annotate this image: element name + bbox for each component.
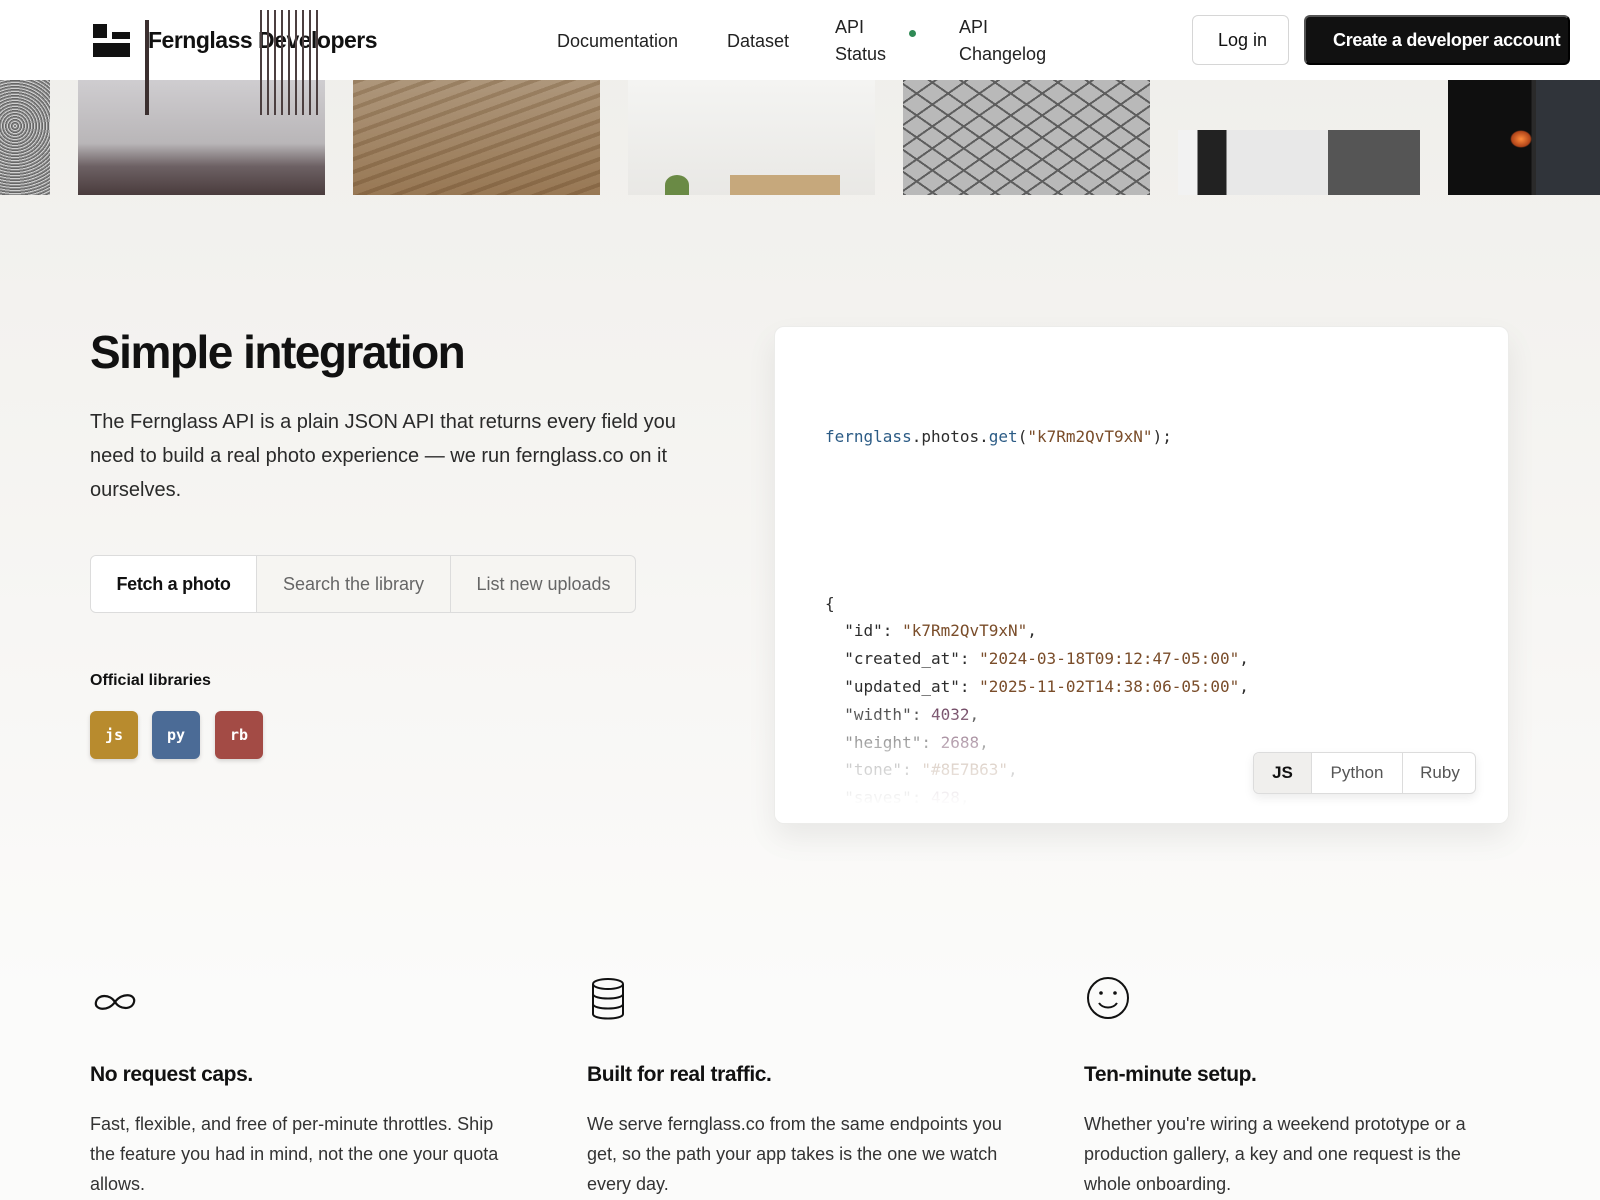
photo-speckled-texture[interactable] (0, 80, 50, 195)
code-line: "created_at": "2024-03-18T09:12:47-05:00… (844, 649, 1249, 669)
tab-list-uploads[interactable]: List new uploads (450, 556, 635, 612)
code-paren: ( (1017, 426, 1028, 446)
code-dot: . (911, 426, 922, 446)
photo-detail-forest (260, 10, 320, 115)
nav-api-status[interactable]: API Status (835, 14, 905, 68)
code-value: "2025-11-02T14:38:06-05:00" (979, 676, 1240, 696)
code-panel: fernglass.photos.get("k7Rm2QvT9xN"); { "… (774, 326, 1509, 824)
nav-api-changelog[interactable]: API Changelog (959, 14, 1069, 68)
code-property: photos (921, 426, 980, 446)
example-tabs: Fetch a photo Search the library List ne… (90, 555, 636, 613)
code-key: "updated_at" (844, 676, 960, 696)
infinity-icon (94, 994, 136, 1010)
site-header: Fernglass Developers Documentation Datas… (0, 0, 1600, 80)
feature-title: Ten-minute setup. (1084, 1063, 1257, 1086)
photo-bedroom-interior[interactable] (1178, 130, 1420, 195)
code-arg: "k7Rm2QvT9xN" (1027, 426, 1153, 446)
library-py-badge[interactable]: py (152, 711, 200, 759)
code-call-line: fernglass.photos.get("k7Rm2QvT9xN"); (825, 423, 1485, 451)
photo-detail-tree (145, 20, 149, 115)
logo-icon[interactable] (93, 24, 130, 57)
code-value: "2024-03-18T09:12:47-05:00" (979, 649, 1240, 669)
photo-detail-lamp (1510, 130, 1532, 148)
status-indicator-icon (909, 30, 916, 37)
libraries-heading: Official libraries (90, 672, 211, 689)
nav-documentation[interactable]: Documentation (557, 28, 678, 55)
nav-dataset[interactable]: Dataset (727, 28, 789, 55)
code-object: fernglass (825, 426, 912, 446)
photo-detail-plant (665, 175, 689, 195)
feature-body: Whether you're wiring a weekend prototyp… (1084, 1114, 1466, 1194)
feature-title: Built for real traffic. (587, 1063, 772, 1086)
lang-tab-python[interactable]: Python (1311, 753, 1402, 793)
code-end: ); (1152, 426, 1172, 446)
tab-search-library[interactable]: Search the library (256, 556, 450, 612)
library-rb-badge[interactable]: rb (215, 711, 263, 759)
code-key: "id" (844, 621, 883, 641)
language-switcher: JS Python Ruby (1253, 752, 1476, 794)
create-account-button[interactable]: Create a developer account (1304, 15, 1570, 65)
photo-sand-dune[interactable] (353, 80, 600, 195)
code-line: "id": "k7Rm2QvT9xN", (844, 621, 1037, 641)
feature-title: No request caps. (90, 1063, 253, 1086)
library-js-badge[interactable]: js (90, 711, 138, 759)
feature-body: Fast, flexible, and free of per-minute t… (90, 1114, 499, 1194)
login-button[interactable]: Log in (1192, 15, 1289, 65)
section-title: Simple integration (90, 326, 466, 378)
photo-cobblestones[interactable] (903, 80, 1150, 195)
section-lead: The Fernglass API is a plain JSON API th… (90, 411, 676, 501)
database-icon (592, 978, 624, 1020)
lang-tab-js[interactable]: JS (1254, 753, 1311, 793)
tab-fetch-photo[interactable]: Fetch a photo (91, 556, 256, 612)
code-line: { (825, 590, 1485, 618)
code-dot: . (979, 426, 989, 446)
code-method: get (988, 426, 1018, 446)
code-value: "k7Rm2QvT9xN" (902, 621, 1028, 641)
photo-detail-table (730, 175, 840, 195)
code-key: "created_at" (844, 649, 960, 669)
lang-tab-ruby[interactable]: Ruby (1402, 753, 1475, 793)
code-punct: { (825, 593, 835, 613)
smiley-icon (1087, 977, 1129, 1019)
feature-body: We serve fernglass.co from the same endp… (587, 1114, 1002, 1194)
